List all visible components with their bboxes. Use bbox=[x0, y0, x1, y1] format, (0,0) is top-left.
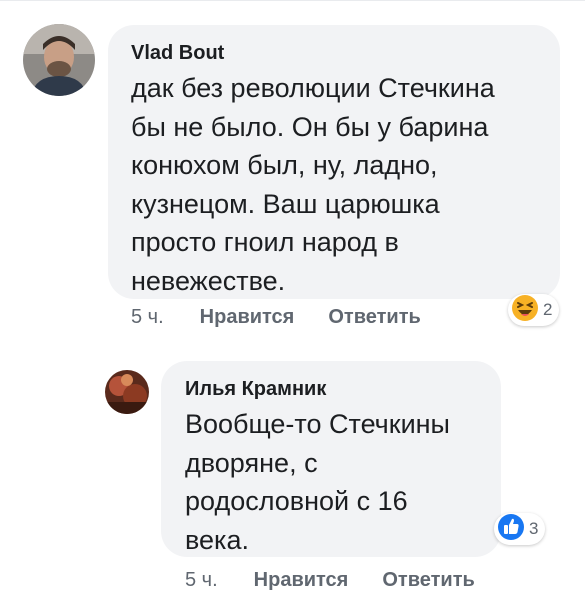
thumbs-up-icon bbox=[497, 513, 525, 546]
comment-timestamp[interactable]: 5 ч. bbox=[131, 306, 164, 329]
haha-emoji-icon bbox=[511, 294, 539, 327]
comment-text: Вообще-то Стечкины дворяне, с родословно… bbox=[185, 409, 450, 555]
avatar[interactable] bbox=[23, 24, 95, 96]
comment-timestamp[interactable]: 5 ч. bbox=[185, 569, 218, 592]
comment-text: дак без революции Стечкина бы не было. О… bbox=[131, 73, 495, 296]
like-link[interactable]: Нравится bbox=[200, 306, 295, 329]
comment-actions: 5 ч. Нравится Ответить bbox=[131, 306, 455, 329]
reply-link[interactable]: Ответить bbox=[328, 306, 420, 329]
like-link[interactable]: Нравится bbox=[254, 569, 349, 592]
reaction-summary[interactable]: 3 bbox=[494, 513, 546, 546]
comment-author[interactable]: Vlad Bout bbox=[131, 42, 224, 65]
reaction-count: 3 bbox=[529, 519, 539, 538]
comment-actions: 5 ч. Нравится Ответить bbox=[185, 569, 509, 592]
reaction-count: 2 bbox=[543, 300, 553, 319]
reaction-summary[interactable]: 2 bbox=[508, 294, 560, 327]
comment-author[interactable]: Илья Крамник bbox=[185, 378, 326, 401]
reply-link[interactable]: Ответить bbox=[382, 569, 474, 592]
top-divider bbox=[0, 0, 585, 6]
avatar[interactable] bbox=[105, 370, 149, 414]
